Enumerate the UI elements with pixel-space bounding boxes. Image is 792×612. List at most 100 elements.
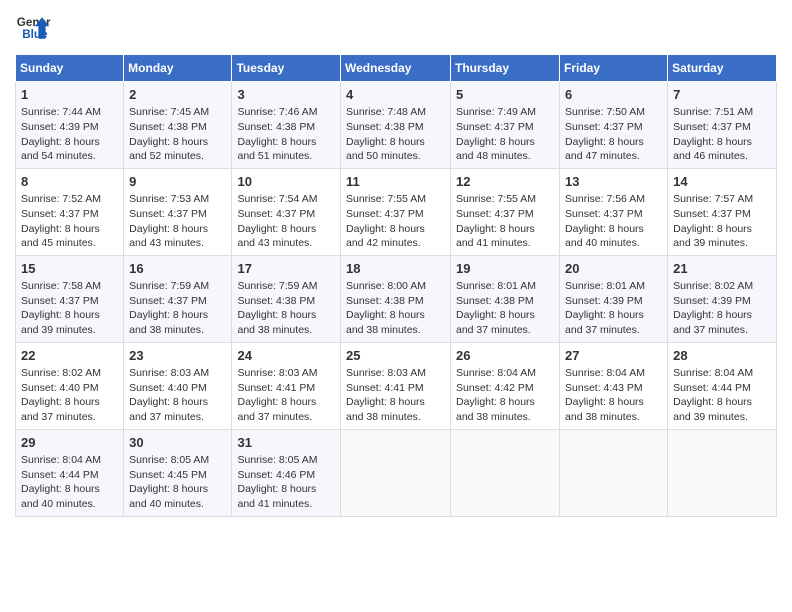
- day-info-line: Daylight: 8 hours: [237, 395, 335, 410]
- day-info-line: and 37 minutes.: [129, 410, 226, 425]
- day-number: 3: [237, 86, 335, 104]
- day-info-line: Sunset: 4:37 PM: [21, 207, 118, 222]
- calendar-cell: 26Sunrise: 8:04 AMSunset: 4:42 PMDayligh…: [451, 342, 560, 429]
- calendar-cell: 27Sunrise: 8:04 AMSunset: 4:43 PMDayligh…: [560, 342, 668, 429]
- calendar-week-4: 22Sunrise: 8:02 AMSunset: 4:40 PMDayligh…: [16, 342, 777, 429]
- day-info-line: Daylight: 8 hours: [129, 482, 226, 497]
- day-number: 27: [565, 347, 662, 365]
- day-info-line: Sunrise: 8:03 AM: [237, 366, 335, 381]
- day-info-line: and 37 minutes.: [673, 323, 771, 338]
- day-info-line: Sunset: 4:39 PM: [21, 120, 118, 135]
- day-info-line: Sunrise: 8:00 AM: [346, 279, 445, 294]
- day-info-line: Sunrise: 8:03 AM: [346, 366, 445, 381]
- day-info-line: Sunset: 4:46 PM: [237, 468, 335, 483]
- day-info-line: Sunset: 4:38 PM: [237, 120, 335, 135]
- calendar-cell: 14Sunrise: 7:57 AMSunset: 4:37 PMDayligh…: [668, 168, 777, 255]
- col-header-wednesday: Wednesday: [341, 55, 451, 82]
- day-info-line: Sunset: 4:37 PM: [129, 207, 226, 222]
- day-info-line: Sunset: 4:39 PM: [673, 294, 771, 309]
- day-number: 13: [565, 173, 662, 191]
- day-number: 28: [673, 347, 771, 365]
- day-info-line: Sunset: 4:38 PM: [346, 294, 445, 309]
- day-number: 17: [237, 260, 335, 278]
- day-info-line: Sunset: 4:37 PM: [237, 207, 335, 222]
- day-info-line: and 37 minutes.: [21, 410, 118, 425]
- day-info-line: Sunrise: 7:58 AM: [21, 279, 118, 294]
- day-number: 19: [456, 260, 554, 278]
- day-number: 30: [129, 434, 226, 452]
- day-number: 31: [237, 434, 335, 452]
- day-info-line: Sunrise: 8:01 AM: [565, 279, 662, 294]
- calendar-cell: 30Sunrise: 8:05 AMSunset: 4:45 PMDayligh…: [124, 429, 232, 516]
- day-info-line: Sunrise: 8:04 AM: [456, 366, 554, 381]
- day-info-line: Sunset: 4:44 PM: [21, 468, 118, 483]
- day-number: 11: [346, 173, 445, 191]
- day-number: 25: [346, 347, 445, 365]
- day-info-line: Sunrise: 7:55 AM: [456, 192, 554, 207]
- day-info-line: Daylight: 8 hours: [237, 308, 335, 323]
- day-info-line: and 48 minutes.: [456, 149, 554, 164]
- calendar-cell: 19Sunrise: 8:01 AMSunset: 4:38 PMDayligh…: [451, 255, 560, 342]
- calendar-cell: 24Sunrise: 8:03 AMSunset: 4:41 PMDayligh…: [232, 342, 341, 429]
- day-info-line: Sunrise: 7:45 AM: [129, 105, 226, 120]
- day-info-line: Daylight: 8 hours: [673, 135, 771, 150]
- days-row: SundayMondayTuesdayWednesdayThursdayFrid…: [16, 55, 777, 82]
- day-info-line: Daylight: 8 hours: [346, 135, 445, 150]
- day-number: 8: [21, 173, 118, 191]
- day-info-line: Daylight: 8 hours: [673, 222, 771, 237]
- day-info-line: and 52 minutes.: [129, 149, 226, 164]
- day-info-line: Sunrise: 7:50 AM: [565, 105, 662, 120]
- day-info-line: Sunrise: 7:57 AM: [673, 192, 771, 207]
- calendar-cell: 18Sunrise: 8:00 AMSunset: 4:38 PMDayligh…: [341, 255, 451, 342]
- logo: General Blue: [15, 10, 51, 46]
- day-info-line: Daylight: 8 hours: [21, 308, 118, 323]
- calendar-cell: 6Sunrise: 7:50 AMSunset: 4:37 PMDaylight…: [560, 82, 668, 169]
- day-info-line: Sunset: 4:43 PM: [565, 381, 662, 396]
- calendar-body: 1Sunrise: 7:44 AMSunset: 4:39 PMDaylight…: [16, 82, 777, 517]
- calendar-cell: 22Sunrise: 8:02 AMSunset: 4:40 PMDayligh…: [16, 342, 124, 429]
- day-info-line: Daylight: 8 hours: [129, 395, 226, 410]
- day-info-line: Daylight: 8 hours: [456, 135, 554, 150]
- day-info-line: Daylight: 8 hours: [129, 308, 226, 323]
- day-number: 6: [565, 86, 662, 104]
- day-info-line: and 54 minutes.: [21, 149, 118, 164]
- day-number: 22: [21, 347, 118, 365]
- day-info-line: Sunset: 4:42 PM: [456, 381, 554, 396]
- col-header-friday: Friday: [560, 55, 668, 82]
- day-info-line: and 39 minutes.: [673, 410, 771, 425]
- day-info-line: Daylight: 8 hours: [565, 135, 662, 150]
- day-info-line: Daylight: 8 hours: [673, 395, 771, 410]
- day-info-line: Daylight: 8 hours: [21, 395, 118, 410]
- day-number: 5: [456, 86, 554, 104]
- day-info-line: and 38 minutes.: [346, 323, 445, 338]
- day-info-line: Daylight: 8 hours: [21, 222, 118, 237]
- day-info-line: and 39 minutes.: [21, 323, 118, 338]
- calendar-week-1: 1Sunrise: 7:44 AMSunset: 4:39 PMDaylight…: [16, 82, 777, 169]
- day-info-line: Daylight: 8 hours: [565, 222, 662, 237]
- calendar-cell: 2Sunrise: 7:45 AMSunset: 4:38 PMDaylight…: [124, 82, 232, 169]
- calendar-cell: 15Sunrise: 7:58 AMSunset: 4:37 PMDayligh…: [16, 255, 124, 342]
- col-header-sunday: Sunday: [16, 55, 124, 82]
- day-info-line: and 38 minutes.: [565, 410, 662, 425]
- day-info-line: Sunset: 4:37 PM: [565, 207, 662, 222]
- calendar-week-2: 8Sunrise: 7:52 AMSunset: 4:37 PMDaylight…: [16, 168, 777, 255]
- day-info-line: Sunset: 4:37 PM: [129, 294, 226, 309]
- day-number: 20: [565, 260, 662, 278]
- day-info-line: Sunrise: 8:05 AM: [129, 453, 226, 468]
- day-info-line: and 51 minutes.: [237, 149, 335, 164]
- calendar-cell: 17Sunrise: 7:59 AMSunset: 4:38 PMDayligh…: [232, 255, 341, 342]
- calendar-cell: [560, 429, 668, 516]
- calendar-cell: 3Sunrise: 7:46 AMSunset: 4:38 PMDaylight…: [232, 82, 341, 169]
- day-info-line: Daylight: 8 hours: [456, 222, 554, 237]
- day-info-line: Sunset: 4:37 PM: [346, 207, 445, 222]
- calendar-cell: 20Sunrise: 8:01 AMSunset: 4:39 PMDayligh…: [560, 255, 668, 342]
- calendar-table: SundayMondayTuesdayWednesdayThursdayFrid…: [15, 54, 777, 517]
- day-info-line: and 41 minutes.: [456, 236, 554, 251]
- day-number: 23: [129, 347, 226, 365]
- day-info-line: Daylight: 8 hours: [21, 482, 118, 497]
- calendar-cell: 28Sunrise: 8:04 AMSunset: 4:44 PMDayligh…: [668, 342, 777, 429]
- calendar-cell: 31Sunrise: 8:05 AMSunset: 4:46 PMDayligh…: [232, 429, 341, 516]
- day-info-line: Daylight: 8 hours: [673, 308, 771, 323]
- calendar-cell: 12Sunrise: 7:55 AMSunset: 4:37 PMDayligh…: [451, 168, 560, 255]
- day-info-line: Sunrise: 7:59 AM: [237, 279, 335, 294]
